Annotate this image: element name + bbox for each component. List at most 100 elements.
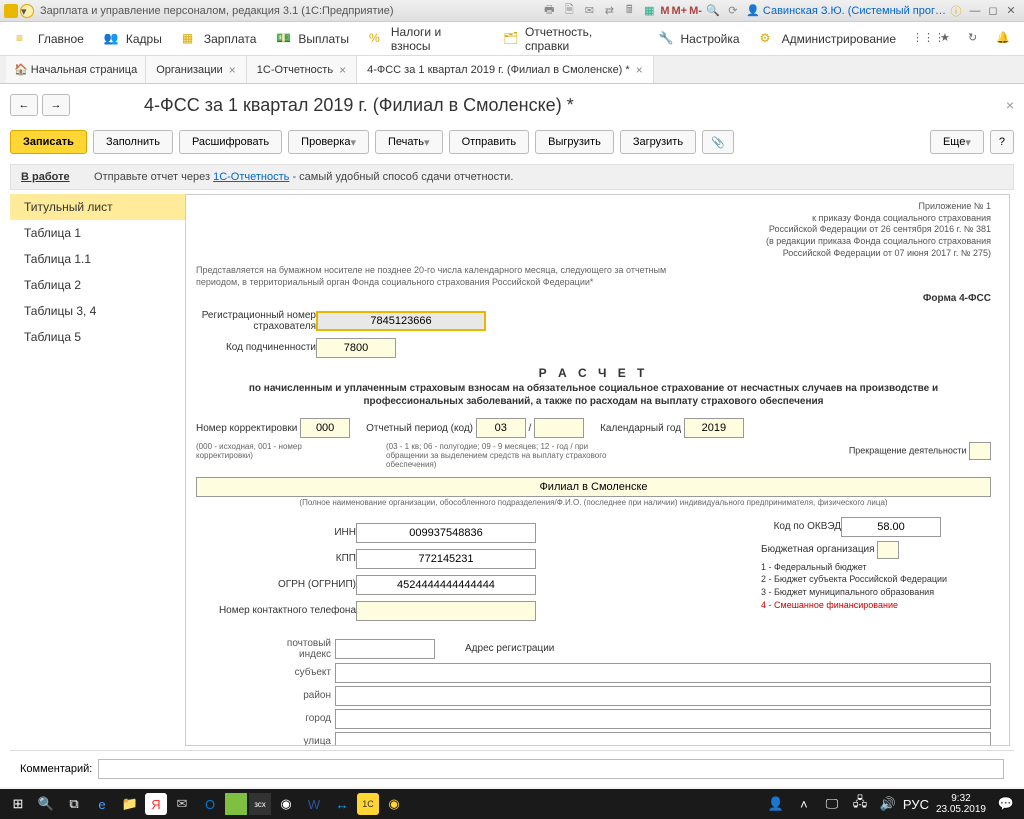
1c-alt-icon[interactable]: ◉ (381, 791, 407, 817)
tab-org[interactable]: Организации× (146, 56, 247, 83)
m-minus-icon[interactable]: M- (689, 5, 702, 17)
year-input[interactable] (684, 418, 744, 438)
org-name-input[interactable] (196, 477, 991, 497)
close-icon[interactable]: × (229, 63, 236, 77)
period-input[interactable] (476, 418, 526, 438)
cease-checkbox[interactable] (969, 442, 991, 460)
user-name[interactable]: Савинская З.Ю. (Системный прог… (763, 5, 946, 17)
help-button[interactable]: ? (990, 130, 1014, 154)
m-icon[interactable]: M (660, 5, 669, 17)
sidebar-item-table1[interactable]: Таблица 1 (10, 220, 185, 246)
tray-up-icon[interactable]: ˄ (791, 791, 817, 817)
street-input[interactable] (335, 732, 991, 745)
nav-forward-button[interactable]: → (42, 94, 70, 116)
budget-input[interactable] (877, 541, 899, 559)
green-app-icon[interactable] (225, 793, 247, 815)
word-icon[interactable]: W (301, 791, 327, 817)
start-button[interactable]: ⊞ (5, 791, 31, 817)
tray-notifications-icon[interactable]: 💬 (993, 791, 1019, 817)
tray-lang[interactable]: РУС (903, 791, 929, 817)
comment-input[interactable] (98, 759, 1004, 779)
search-icon[interactable]: 🔍 (705, 3, 721, 19)
more-button[interactable]: Еще (930, 130, 984, 154)
menu-taxes[interactable]: %Налоги и взносы (359, 22, 493, 55)
menu-hr[interactable]: 👥Кадры (94, 22, 172, 55)
zip-input[interactable] (335, 639, 435, 659)
reload-icon[interactable]: ⟳ (725, 3, 741, 19)
tab-reporting[interactable]: 1С-Отчетность× (247, 56, 357, 83)
status-label[interactable]: В работе (21, 171, 70, 183)
form-scroll[interactable]: Приложение № 1 к приказу Фонда социально… (186, 195, 1009, 745)
send-button[interactable]: Отправить (449, 130, 530, 154)
compare-icon[interactable]: ⇄ (601, 3, 617, 19)
menu-admin[interactable]: ⚙Администрирование (750, 22, 906, 55)
yandex-icon[interactable]: Я (145, 793, 167, 815)
ogrn-input[interactable] (356, 575, 536, 595)
close-icon[interactable]: × (636, 63, 643, 77)
close-icon[interactable]: × (339, 63, 346, 77)
reporting-link[interactable]: 1С-Отчетность (213, 171, 289, 183)
okved-input[interactable] (841, 517, 941, 537)
1c-taskbar-icon[interactable]: 1C (357, 793, 379, 815)
print-button[interactable]: Печать (375, 130, 443, 154)
history-icon[interactable]: ↻ (968, 31, 984, 47)
save-button[interactable]: Записать (10, 130, 87, 154)
teamviewer-icon[interactable]: ↔ (329, 791, 355, 817)
menu-payments[interactable]: 💵Выплаты (266, 22, 359, 55)
tray-monitor-icon[interactable]: 🖵 (819, 791, 845, 817)
tray-network-icon[interactable]: 🖧 (847, 791, 873, 817)
menu-main[interactable]: ≡Главное (6, 22, 94, 55)
star-icon[interactable]: ★ (940, 31, 956, 47)
user-icon[interactable]: 👤 (745, 3, 761, 19)
phone-input[interactable] (356, 601, 536, 621)
tray-volume-icon[interactable]: 🔊 (875, 791, 901, 817)
chrome-icon[interactable]: ◉ (273, 791, 299, 817)
calc-icon[interactable]: 🖩 (621, 3, 637, 19)
sidebar-item-table2[interactable]: Таблица 2 (10, 272, 185, 298)
attach-button[interactable]: 📎 (702, 130, 734, 154)
tab-active[interactable]: 4-ФСС за 1 квартал 2019 г. (Филиал в Смо… (357, 56, 654, 83)
bell-icon[interactable]: 🔔 (996, 31, 1012, 47)
tray-clock[interactable]: 9:32 23.05.2019 (936, 793, 986, 815)
app-menu-dropdown[interactable]: ▾ (20, 4, 34, 18)
export-button[interactable]: Выгрузить (535, 130, 614, 154)
nav-back-button[interactable]: ← (10, 94, 38, 116)
check-button[interactable]: Проверка (288, 130, 369, 154)
city-input[interactable] (335, 709, 991, 729)
tray-people-icon[interactable]: 👤 (763, 791, 789, 817)
kpp-input[interactable] (356, 549, 536, 569)
menu-settings[interactable]: 🔧Настройка (648, 22, 749, 55)
mail-taskbar-icon[interactable]: ✉ (169, 791, 195, 817)
close-window-button[interactable]: ✕ (1002, 4, 1020, 17)
decode-button[interactable]: Расшифровать (179, 130, 282, 154)
m-plus-icon[interactable]: M+ (671, 5, 687, 17)
search-taskbar-icon[interactable]: 🔍 (33, 791, 59, 817)
edge-icon[interactable]: e (89, 791, 115, 817)
mail-icon[interactable]: ✉ (581, 3, 597, 19)
inn-input[interactable] (356, 523, 536, 543)
load-button[interactable]: Загрузить (620, 130, 696, 154)
subject-input[interactable] (335, 663, 991, 683)
zcx-icon[interactable]: зсх (249, 793, 271, 815)
info-icon[interactable]: ⓘ (948, 3, 964, 19)
outlook-icon[interactable]: O (197, 791, 223, 817)
taskview-icon[interactable]: ⧉ (61, 791, 87, 817)
fill-button[interactable]: Заполнить (93, 130, 173, 154)
minimize-button[interactable]: — (966, 5, 984, 17)
menu-reports[interactable]: 🗂Отчетность, справки (493, 22, 648, 55)
reg-number-input[interactable] (316, 311, 486, 331)
period-extra-input[interactable] (534, 418, 584, 438)
doc-icon[interactable]: 🗎 (561, 3, 577, 19)
tab-home[interactable]: 🏠 Начальная страница (6, 56, 146, 83)
print-icon[interactable]: 🖶 (541, 3, 557, 19)
calendar-icon[interactable]: ▦ (641, 3, 657, 19)
sub-code-input[interactable] (316, 338, 396, 358)
sidebar-item-table5[interactable]: Таблица 5 (10, 324, 185, 350)
corr-input[interactable] (300, 418, 350, 438)
sidebar-item-title-page[interactable]: Титульный лист (10, 194, 185, 220)
close-page-button[interactable]: × (1006, 97, 1014, 113)
explorer-icon[interactable]: 📁 (117, 791, 143, 817)
maximize-button[interactable]: ◻ (984, 4, 1002, 17)
apps-icon[interactable]: ⋮⋮⋮ (912, 31, 928, 47)
menu-salary[interactable]: ▦Зарплата (172, 22, 267, 55)
